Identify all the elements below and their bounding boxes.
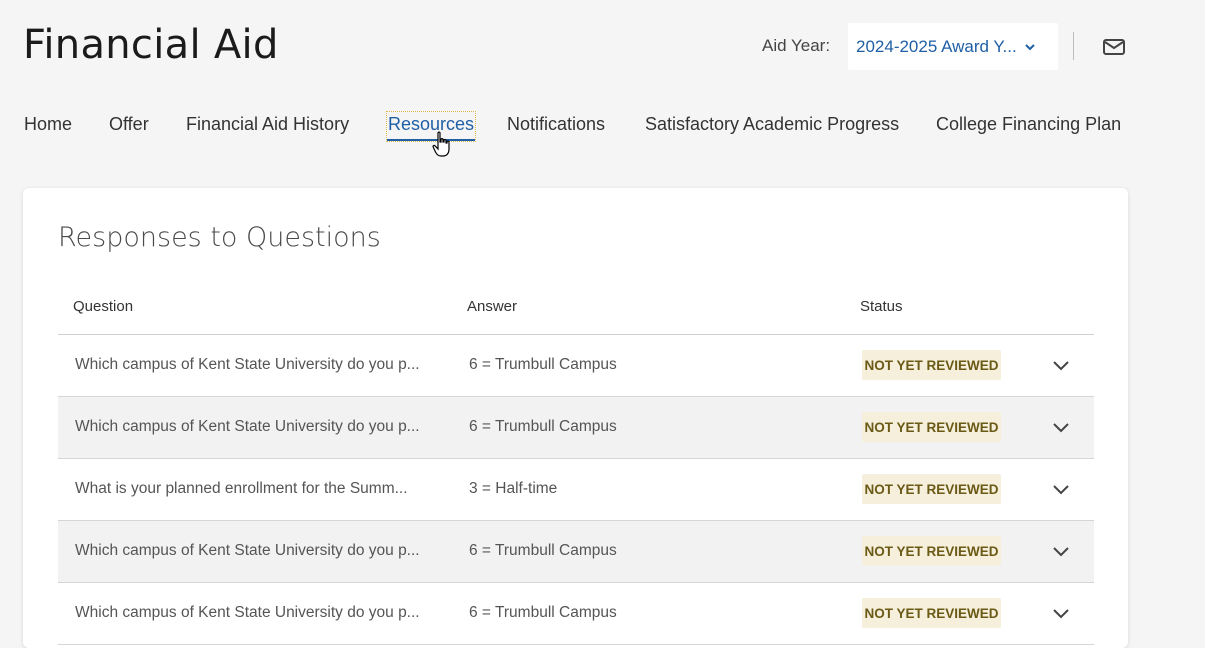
answer-cell: 6 = Trumbull Campus <box>469 542 617 559</box>
status-badge: NOT YET REVIEWED <box>862 412 1001 442</box>
answer-cell: 6 = Trumbull Campus <box>469 604 617 621</box>
chevron-down-icon[interactable] <box>1051 419 1071 435</box>
question-cell: Which campus of Kent State University do… <box>75 542 420 559</box>
responses-table: Question Answer Status Which campus of K… <box>58 288 1094 645</box>
responses-card: Responses to Questions Question Answer S… <box>23 188 1128 648</box>
aid-year-select[interactable]: 2024-2025 Award Y... <box>848 23 1058 70</box>
nav-item-offer[interactable]: Offer <box>109 112 149 139</box>
question-cell: Which campus of Kent State University do… <box>75 604 420 621</box>
nav-item-college-financing-plan[interactable]: College Financing Plan <box>936 112 1121 139</box>
aid-year-value: 2024-2025 Award Y... <box>856 36 1017 56</box>
nav-item-satisfactory-academic-progress[interactable]: Satisfactory Academic Progress <box>645 112 899 139</box>
nav-item-financial-aid-history[interactable]: Financial Aid History <box>186 112 349 139</box>
chevron-down-icon[interactable] <box>1051 605 1071 621</box>
nav-item-home[interactable]: Home <box>24 112 72 139</box>
status-badge: NOT YET REVIEWED <box>862 350 1001 380</box>
column-answer: Answer <box>467 298 518 315</box>
column-question: Question <box>73 298 134 315</box>
table-header: Question Answer Status <box>58 288 1094 335</box>
status-badge: NOT YET REVIEWED <box>862 474 1001 504</box>
answer-cell: 3 = Half-time <box>469 480 558 497</box>
chevron-down-icon[interactable] <box>1051 357 1071 373</box>
chevron-down-icon <box>1024 43 1035 50</box>
aid-year-label: Aid Year: <box>762 36 831 55</box>
table-row[interactable]: Which campus of Kent State University do… <box>58 583 1094 645</box>
card-title: Responses to Questions <box>58 222 381 253</box>
hand-cursor-icon <box>432 131 450 157</box>
chevron-down-icon[interactable] <box>1051 543 1071 559</box>
answer-cell: 6 = Trumbull Campus <box>469 356 617 373</box>
status-badge: NOT YET REVIEWED <box>862 536 1001 566</box>
nav-item-notifications[interactable]: Notifications <box>507 112 605 139</box>
table-row[interactable]: What is your planned enrollment for the … <box>58 459 1094 521</box>
page-title: Financial Aid <box>23 22 279 68</box>
table-row[interactable]: Which campus of Kent State University do… <box>58 335 1094 397</box>
status-badge: NOT YET REVIEWED <box>862 598 1001 628</box>
question-cell: Which campus of Kent State University do… <box>75 418 420 435</box>
answer-cell: 6 = Trumbull Campus <box>469 418 617 435</box>
question-cell: What is your planned enrollment for the … <box>75 480 408 497</box>
table-row[interactable]: Which campus of Kent State University do… <box>58 521 1094 583</box>
question-cell: Which campus of Kent State University do… <box>75 356 420 373</box>
column-status: Status <box>860 298 903 315</box>
table-row[interactable]: Which campus of Kent State University do… <box>58 397 1094 459</box>
chevron-down-icon[interactable] <box>1051 481 1071 497</box>
mail-icon[interactable] <box>1102 37 1126 57</box>
header-divider <box>1073 32 1074 60</box>
